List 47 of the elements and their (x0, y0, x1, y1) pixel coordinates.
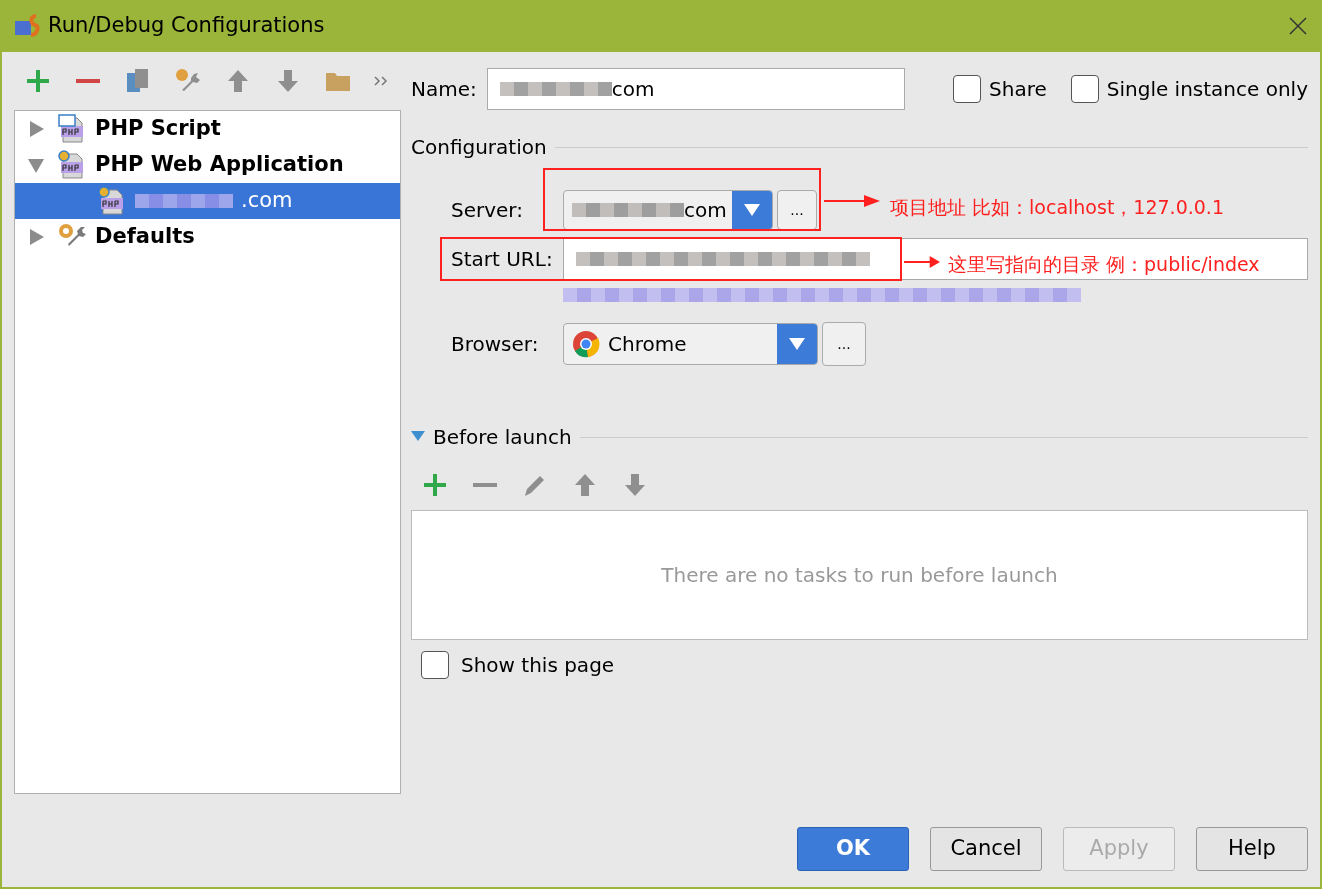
dialog-button[interactable]: Cancel (930, 827, 1042, 871)
tree-item-label: PHP Script (95, 115, 221, 143)
checkbox-label: Show this page (461, 652, 615, 679)
checkbox[interactable] (953, 75, 982, 103)
annotation-text: 这里写指向的目录 例：public/index (948, 252, 1260, 277)
section-title: Before launch (433, 424, 572, 451)
browser-combo[interactable]: Chrome (563, 323, 818, 365)
server-label: Server: (451, 197, 524, 224)
collapsed-arrow-icon[interactable] (27, 228, 45, 246)
pointer-arrow (824, 193, 880, 209)
checkbox-label: Single instance only (1106, 76, 1308, 103)
empty-text: There are no tasks to run before launch (661, 562, 1058, 589)
app-logo-icon (14, 13, 40, 39)
add-icon[interactable] (24, 67, 52, 95)
close-icon[interactable] (1288, 16, 1308, 36)
add-icon[interactable] (421, 471, 449, 499)
tree-item[interactable]: .com (15, 183, 400, 219)
name-field[interactable]: com (486, 68, 905, 110)
dialog-button[interactable]: OK (797, 827, 909, 871)
window-title: Run/Debug Configurations (48, 12, 325, 40)
tree-item-label: PHP Web Application (95, 151, 344, 179)
start-url-field[interactable] (563, 238, 1308, 280)
start-url-label: Start URL: (451, 246, 554, 273)
tree-item-label: Defaults (95, 223, 195, 251)
checkbox[interactable] (1070, 75, 1099, 103)
browser-label: Browser: (451, 331, 540, 358)
collapsed-arrow-icon[interactable] (27, 120, 45, 138)
browse-button[interactable]: ... (777, 190, 817, 230)
browser-logo-icon (572, 330, 600, 358)
tree-item[interactable]: PHP Web Application (15, 147, 400, 183)
server-combo[interactable]: com (563, 190, 773, 230)
expanded-arrow-icon[interactable] (411, 431, 425, 443)
tree-item-label: .com (241, 187, 293, 215)
dialog-button[interactable]: Help (1196, 827, 1308, 871)
tree-item[interactable]: PHP Script (15, 111, 400, 147)
browse-button[interactable]: ... (822, 322, 866, 366)
tree-item[interactable]: Defaults (15, 219, 400, 255)
checkbox-label: Share (989, 76, 1047, 103)
expanded-arrow-icon[interactable] (27, 156, 45, 174)
annotation-text: 项目地址 比如：localhost，127.0.0.1 (890, 195, 1224, 220)
pointer-arrow (904, 254, 940, 270)
dropdown-arrow-icon (789, 338, 805, 350)
name-label: Name: (411, 76, 477, 103)
section-title: Configuration (411, 134, 547, 161)
more-icon[interactable] (374, 76, 388, 86)
dropdown-arrow-icon (744, 204, 760, 216)
checkbox[interactable] (421, 651, 449, 679)
